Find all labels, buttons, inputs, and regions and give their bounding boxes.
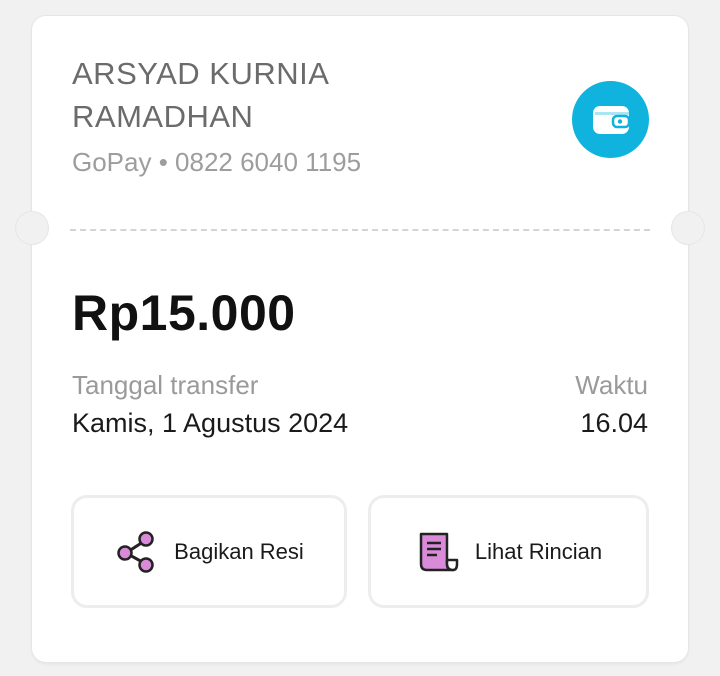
time-label: Waktu bbox=[575, 370, 648, 400]
wallet-icon bbox=[572, 81, 649, 158]
recipient-account: GoPay • 0822 6040 1195 bbox=[72, 147, 362, 177]
dashed-divider bbox=[70, 229, 650, 231]
date-value: Kamis, 1 Agustus 2024 bbox=[72, 408, 349, 438]
share-receipt-label: Bagikan Resi bbox=[174, 538, 304, 564]
recipient-info: ARSYAD KURNIA RAMADHAN GoPay • 0822 6040… bbox=[72, 52, 452, 180]
recipient-name-line2: RAMADHAN bbox=[72, 99, 254, 134]
recipient-name: ARSYAD KURNIA RAMADHAN bbox=[72, 52, 452, 138]
view-details-label: Lihat Rincian bbox=[474, 538, 603, 564]
time-value: 16.04 bbox=[580, 408, 648, 438]
transfer-labels-row: Tanggal transfer Waktu bbox=[72, 370, 648, 401]
date-label: Tanggal transfer bbox=[72, 370, 259, 400]
share-receipt-button[interactable]: Bagikan Resi bbox=[71, 495, 347, 608]
transfer-amount: Rp15.000 bbox=[72, 285, 296, 341]
share-icon bbox=[114, 530, 158, 574]
receipt-icon bbox=[415, 530, 459, 574]
recipient-name-line1: ARSYAD KURNIA bbox=[72, 56, 330, 91]
view-details-button[interactable]: Lihat Rincian bbox=[368, 495, 649, 608]
transfer-receipt-card: ARSYAD KURNIA RAMADHAN GoPay • 0822 6040… bbox=[15, 16, 705, 662]
ticket-notch-right bbox=[671, 211, 705, 245]
transfer-values-row: Kamis, 1 Agustus 2024 16.04 bbox=[72, 408, 648, 439]
ticket-notch-left bbox=[15, 211, 49, 245]
